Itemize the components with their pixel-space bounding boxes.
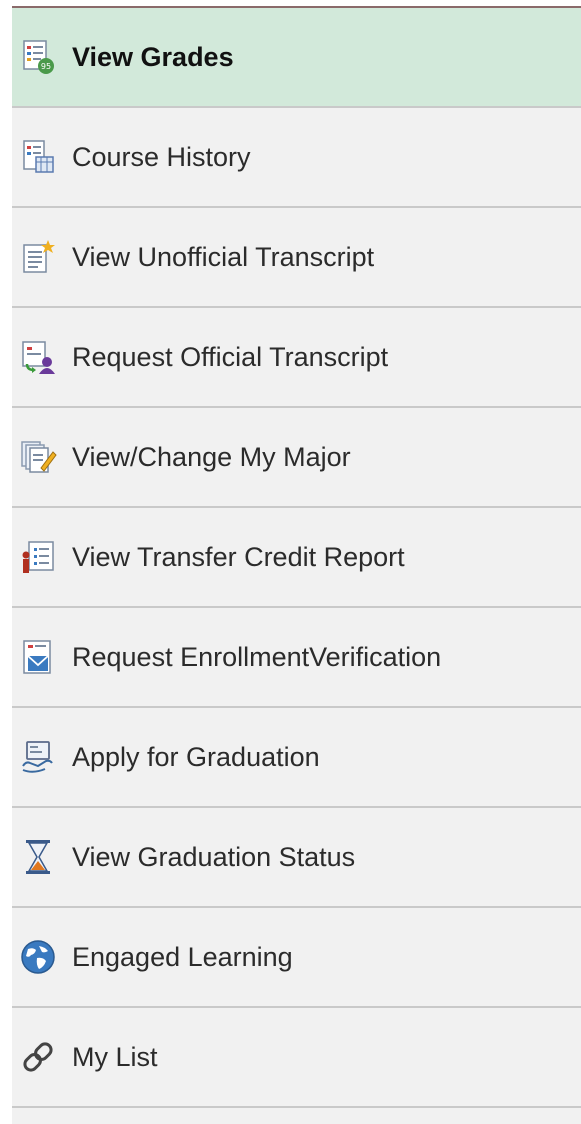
menu-item-label: My List	[72, 1041, 158, 1072]
globe-icon	[18, 937, 58, 977]
menu-item-label: View Unofficial Transcript	[72, 241, 375, 272]
menu-item-label: View Grades	[72, 41, 234, 72]
menu-item-engaged-learning[interactable]: Engaged Learning	[12, 908, 581, 1008]
menu-item-request-official-transcript[interactable]: Request Official Transcript	[12, 308, 581, 408]
apply-graduation-icon	[18, 737, 58, 777]
menu-item-label: Engaged Learning	[72, 941, 293, 972]
hourglass-icon	[18, 837, 58, 877]
menu-item-label: Request EnrollmentVerification	[72, 641, 442, 672]
menu-item-view-graduation-status[interactable]: View Graduation Status	[12, 808, 581, 908]
menu-item-request-enrollment-verification[interactable]: Request EnrollmentVerification	[12, 608, 581, 708]
menu-item-label: View Transfer Credit Report	[72, 541, 405, 572]
menu-item-view-change-major[interactable]: View/Change My Major	[12, 408, 581, 508]
menu-item-label: Course History	[72, 141, 251, 172]
menu-item-view-transfer-credit-report[interactable]: View Transfer Credit Report	[12, 508, 581, 608]
menu-item-my-list[interactable]: My List	[12, 1008, 581, 1108]
unofficial-transcript-icon	[18, 237, 58, 277]
link-icon	[18, 1037, 58, 1077]
official-transcript-icon	[18, 337, 58, 377]
sidebar-menu: 95 View Grades Course History View Unoff…	[12, 6, 581, 1124]
grades-icon: 95	[18, 37, 58, 77]
menu-item-view-unofficial-transcript[interactable]: View Unofficial Transcript	[12, 208, 581, 308]
transfer-credit-icon	[18, 537, 58, 577]
menu-item-apply-for-graduation[interactable]: Apply for Graduation	[12, 708, 581, 808]
menu-item-label: View/Change My Major	[72, 441, 351, 472]
menu-item-label: View Graduation Status	[72, 841, 356, 872]
course-history-icon	[18, 137, 58, 177]
menu-item-label: Request Official Transcript	[72, 341, 389, 372]
menu-item-label: Apply for Graduation	[72, 741, 320, 772]
svg-text:95: 95	[41, 62, 51, 71]
menu-item-view-grades[interactable]: 95 View Grades	[12, 8, 581, 108]
enrollment-verification-icon	[18, 637, 58, 677]
change-major-icon	[18, 437, 58, 477]
menu-item-course-history[interactable]: Course History	[12, 108, 581, 208]
